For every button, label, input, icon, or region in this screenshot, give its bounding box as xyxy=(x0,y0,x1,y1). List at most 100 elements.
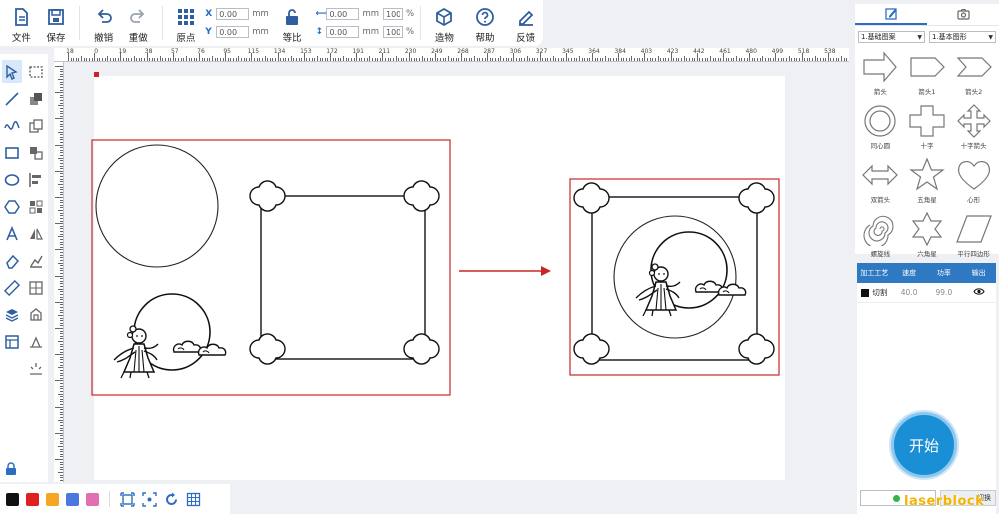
shape-item-concentric[interactable]: 同心圆 xyxy=(857,104,904,154)
shape-item-spiral[interactable]: 螺旋线 xyxy=(857,212,904,262)
ruler-tick xyxy=(115,58,117,61)
height-input[interactable] xyxy=(326,26,360,38)
undo-button[interactable]: 撤销 xyxy=(86,0,121,46)
group-tool[interactable] xyxy=(24,139,48,166)
ruler-tick xyxy=(60,356,63,358)
category-select[interactable]: 1.基础图案 ▼ xyxy=(858,31,925,43)
weld-tool[interactable] xyxy=(24,328,48,355)
rotate-button[interactable] xyxy=(164,492,179,507)
start-button[interactable]: 开始 xyxy=(891,412,957,478)
shape-set-select[interactable]: 1.基本图形 ▼ xyxy=(929,31,996,43)
ruler-tick xyxy=(60,126,63,128)
shape-item-arrow[interactable]: 箭头 xyxy=(857,50,904,100)
redo-icon xyxy=(130,9,145,23)
feedback-button[interactable]: 反馈 xyxy=(508,0,543,46)
align-tool[interactable] xyxy=(24,166,48,193)
shape-item-parallelogram[interactable]: 平行四边形 xyxy=(950,212,997,262)
ruler-tick xyxy=(500,56,502,61)
polygon-tool[interactable] xyxy=(0,193,24,220)
color-swatch-pink[interactable] xyxy=(86,492,99,506)
ruler-tick xyxy=(183,58,185,61)
distribute-tool[interactable] xyxy=(24,193,48,220)
ellipse-tool[interactable] xyxy=(0,166,24,193)
ruler-tick xyxy=(340,58,342,61)
ruler-tick xyxy=(691,58,693,61)
shape-item-star5[interactable]: 五角星 xyxy=(904,158,951,208)
shape-item-star6[interactable]: 六角星 xyxy=(904,212,951,262)
rectangle-tool[interactable] xyxy=(0,139,24,166)
height-percent-input[interactable] xyxy=(383,26,403,38)
center-button[interactable] xyxy=(142,491,157,507)
save-button[interactable]: 保存 xyxy=(39,0,74,46)
file-button[interactable]: 文件 xyxy=(4,0,39,46)
header-output: 输出 xyxy=(971,269,986,277)
ruler-tick xyxy=(754,58,756,61)
ruler-tick xyxy=(60,388,63,390)
y-input[interactable] xyxy=(216,26,250,38)
ruler-tick xyxy=(840,56,842,61)
ruler-tick xyxy=(293,58,295,61)
select-tool[interactable] xyxy=(2,60,22,83)
color-swatch-red[interactable] xyxy=(26,492,39,506)
speed-cell[interactable]: 40.0 xyxy=(892,288,927,297)
ruler-tick xyxy=(523,58,525,61)
ruler-tick xyxy=(141,58,143,61)
distribute-icon xyxy=(29,200,43,213)
copy-tool[interactable] xyxy=(24,112,48,139)
shape-item-cross[interactable]: 十字 xyxy=(904,104,951,154)
ruler-tick xyxy=(796,58,798,61)
size-inputs: ⟷ mm % ↕ mm % xyxy=(313,0,414,46)
grid-toggle-button[interactable] xyxy=(186,492,201,507)
ruler-tick xyxy=(60,320,63,322)
text-tool[interactable] xyxy=(0,220,24,247)
shape-item-cross-arrow[interactable]: 十字箭头 xyxy=(950,104,997,154)
mirror-tool[interactable] xyxy=(24,220,48,247)
origin-button[interactable]: 原点 xyxy=(169,0,204,46)
marquee-tool[interactable] xyxy=(24,58,48,85)
tab-shapes[interactable] xyxy=(855,4,927,25)
fit-frame-button[interactable] xyxy=(120,491,135,507)
build-button[interactable]: 造物 xyxy=(427,0,462,46)
eraser-tool[interactable] xyxy=(0,247,24,274)
color-swatch-black[interactable] xyxy=(6,492,19,506)
light-tool[interactable] xyxy=(24,355,48,382)
ruler-tick xyxy=(772,58,774,61)
shape-label: 心形 xyxy=(967,196,981,204)
line-tool[interactable] xyxy=(0,85,24,112)
tab-images[interactable] xyxy=(927,4,999,25)
color-swatch-orange[interactable] xyxy=(46,492,59,506)
y-unit: mm xyxy=(252,27,269,37)
offset-tool[interactable] xyxy=(24,301,48,328)
ruler-tick xyxy=(725,58,727,61)
table-tool[interactable] xyxy=(0,328,24,355)
curve-tool[interactable] xyxy=(0,112,24,139)
width-input[interactable] xyxy=(326,8,360,20)
bitmap-tool[interactable] xyxy=(24,247,48,274)
power-cell[interactable]: 99.0 xyxy=(927,288,962,297)
redo-button[interactable]: 重做 xyxy=(121,0,156,46)
shape-item-arrow1[interactable]: 箭头1 xyxy=(904,50,951,100)
layers-tool[interactable] xyxy=(0,301,24,328)
table-row[interactable]: 切割 40.0 99.0 xyxy=(857,283,996,303)
shape-item-arrow2[interactable]: 箭头2 xyxy=(950,50,997,100)
color-swatch-blue[interactable] xyxy=(66,492,79,506)
ruler-tick xyxy=(702,58,704,61)
ruler-tick xyxy=(387,58,389,61)
shape-item-heart[interactable]: 心形 xyxy=(950,158,997,208)
ruler-tick xyxy=(699,58,701,61)
shape-item-double-arrow[interactable]: 双箭头 xyxy=(857,158,904,208)
ruler-tick xyxy=(314,58,316,61)
width-percent-input[interactable] xyxy=(383,8,403,20)
output-toggle[interactable] xyxy=(961,287,996,298)
ruler-tick xyxy=(60,453,63,455)
x-input[interactable] xyxy=(216,8,250,20)
arrange-tool[interactable] xyxy=(24,85,48,112)
measure-tool[interactable] xyxy=(0,274,24,301)
array-tool[interactable] xyxy=(24,274,48,301)
design-canvas[interactable] xyxy=(64,62,849,482)
image-trace-icon xyxy=(30,255,43,268)
lock-ratio-button[interactable]: 等比 xyxy=(275,0,310,46)
help-button[interactable]: 帮助 xyxy=(468,0,503,46)
ruler-tick xyxy=(392,58,394,61)
lock-button[interactable] xyxy=(2,460,20,478)
